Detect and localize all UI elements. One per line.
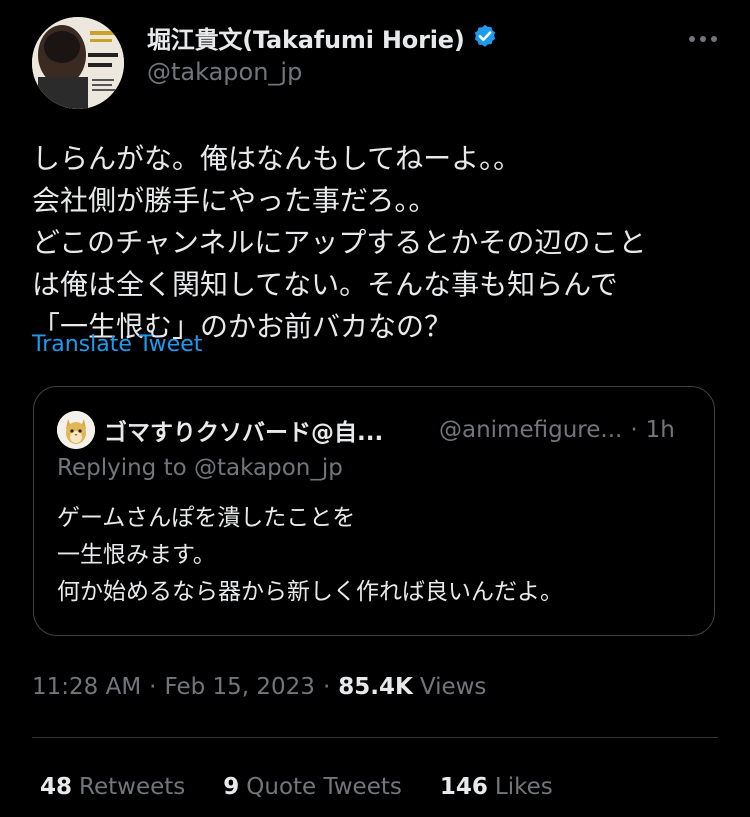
- more-dots-icon: [689, 36, 717, 42]
- time-separator: ·: [630, 417, 638, 443]
- quoted-author-avatar[interactable]: [57, 411, 95, 449]
- quoted-line: ゲームさんぽを潰したことを: [57, 505, 356, 531]
- retweets-stat[interactable]: 48 Retweets: [40, 774, 185, 800]
- verified-badge-icon: [474, 24, 495, 47]
- tweet-line: どこのチャンネルにアップするとかその辺のこと: [32, 226, 647, 259]
- tweet-date[interactable]: Feb 15, 2023: [164, 674, 314, 700]
- retweets-count: 48: [40, 774, 73, 800]
- views-count: 85.4K: [338, 674, 413, 700]
- tweet-meta: 11:28 AM · Feb 15, 2023 · 85.4K Views: [32, 667, 486, 707]
- views-label: Views: [419, 674, 487, 700]
- likes-stat[interactable]: 146 Likes: [440, 774, 553, 800]
- author-handle[interactable]: @takapon_jp: [147, 58, 302, 86]
- quoted-line: 一生恨みます。: [57, 542, 216, 568]
- tweet-line: 会社側が勝手にやった事だろ。。: [32, 184, 437, 217]
- author-avatar[interactable]: [32, 17, 124, 109]
- tweet-line: は俺は全く関知してない。そんな事も知らんで: [32, 268, 618, 301]
- retweets-label: Retweets: [79, 774, 186, 800]
- quoted-time[interactable]: 1h: [646, 417, 675, 443]
- profile-photo-icon: [32, 17, 124, 109]
- likes-count: 146: [439, 774, 488, 800]
- likes-label: Likes: [494, 774, 553, 800]
- divider: [32, 737, 718, 738]
- quoted-line: 何か始めるなら器から新しく作れば良いんだよ。: [57, 579, 563, 605]
- quoted-handle[interactable]: @animefigure...: [439, 417, 622, 443]
- tweet-text: しらんがな。俺はなんもしてねーよ。。 会社側が勝手にやった事だろ。。 どこのチャ…: [32, 138, 722, 348]
- replying-to-text: Replying to @takapon_jp: [57, 455, 343, 481]
- quote-tweets-label: Quote Tweets: [246, 774, 402, 800]
- tweet-line: しらんがな。俺はなんもしてねーよ。。: [32, 142, 522, 175]
- quoted-tweet-text: ゲームさんぽを潰したことを 一生恨みます。 何か始めるなら器から新しく作れば良い…: [57, 500, 563, 611]
- tweet-stats: 48 Retweets 9 Quote Tweets 146 Likes: [40, 768, 553, 806]
- quoted-display-name[interactable]: ゴマすりクソバード@自...: [104, 411, 383, 449]
- bird-avatar-icon: [57, 411, 95, 449]
- quote-tweets-stat[interactable]: 9 Quote Tweets: [223, 774, 402, 800]
- meta-separator: ·: [322, 674, 331, 700]
- author-display-name[interactable]: 堀江貴文(Takafumi Horie): [147, 20, 465, 55]
- translate-tweet-link[interactable]: Translate Tweet: [32, 332, 202, 357]
- quote-tweets-count: 9: [223, 774, 240, 800]
- quoted-tweet-card[interactable]: ゴマすりクソバード@自... @animefigure... · 1h Repl…: [33, 386, 715, 636]
- meta-separator: ·: [149, 674, 157, 700]
- author-name-row[interactable]: 堀江貴文(Takafumi Horie): [147, 18, 499, 56]
- quoted-handle-row: @animefigure... · 1h: [439, 411, 675, 449]
- tweet-time[interactable]: 11:28 AM: [32, 674, 141, 700]
- more-options-button[interactable]: [686, 24, 720, 54]
